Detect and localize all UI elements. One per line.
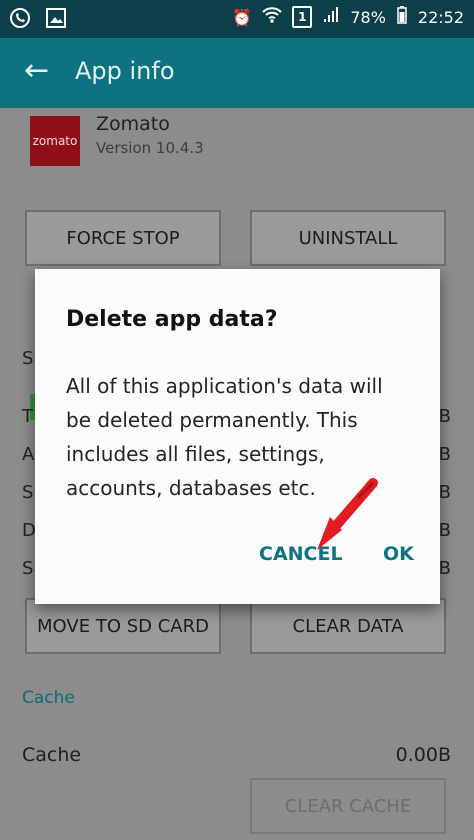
clock: 22:52 <box>417 7 464 27</box>
status-right-icons: ⏰ 1 78% 22:52 <box>232 6 464 28</box>
app-bar: ← App info <box>0 38 474 108</box>
obscured-row-label-4: D <box>22 520 36 541</box>
whatsapp-icon <box>8 6 32 30</box>
obscured-row-label-2: A <box>22 444 35 465</box>
obscured-row-label-3: S <box>22 482 34 503</box>
clear-cache-button[interactable]: CLEAR CACHE <box>250 778 446 834</box>
image-icon <box>44 6 68 30</box>
wifi-icon <box>262 6 283 28</box>
obscured-row-label-1: T <box>22 406 33 427</box>
app-name: Zomato <box>96 113 170 135</box>
red-annotation-arrow-icon <box>317 478 378 550</box>
uninstall-button[interactable]: UNINSTALL <box>250 210 446 266</box>
dialog-title: Delete app data? <box>66 307 278 332</box>
cache-label: Cache <box>22 744 82 766</box>
back-arrow-icon[interactable]: ← <box>24 56 49 86</box>
status-bar: ⏰ 1 78% 22:52 <box>0 0 474 38</box>
obscured-row-value-1: B <box>438 406 451 427</box>
force-stop-button[interactable]: FORCE STOP <box>25 210 221 266</box>
sim-slot-icon: 1 <box>292 6 313 28</box>
status-left-icons <box>8 6 68 30</box>
obscured-section-label: S <box>22 348 34 369</box>
app-version: Version 10.4.3 <box>96 139 204 157</box>
obscured-row-value-5: B <box>438 558 451 579</box>
battery-percent: 78% <box>350 7 386 27</box>
page-title: App info <box>75 57 175 85</box>
obscured-row-value-3: B <box>438 482 451 503</box>
clear-data-button[interactable]: CLEAR DATA <box>250 598 446 654</box>
signal-icon <box>322 6 340 28</box>
obscured-row-value-2: B <box>438 444 451 465</box>
alarm-icon: ⏰ <box>232 7 253 27</box>
obscured-row-label-5: S <box>22 558 34 579</box>
cache-value: 0.00B <box>395 744 451 766</box>
obscured-row-value-4: B <box>438 520 451 541</box>
cache-section-label: Cache <box>22 688 75 708</box>
move-to-sd-card-button[interactable]: MOVE TO SD CARD <box>25 598 221 654</box>
battery-icon <box>396 6 408 28</box>
zomato-app-icon: zomato <box>30 116 80 166</box>
